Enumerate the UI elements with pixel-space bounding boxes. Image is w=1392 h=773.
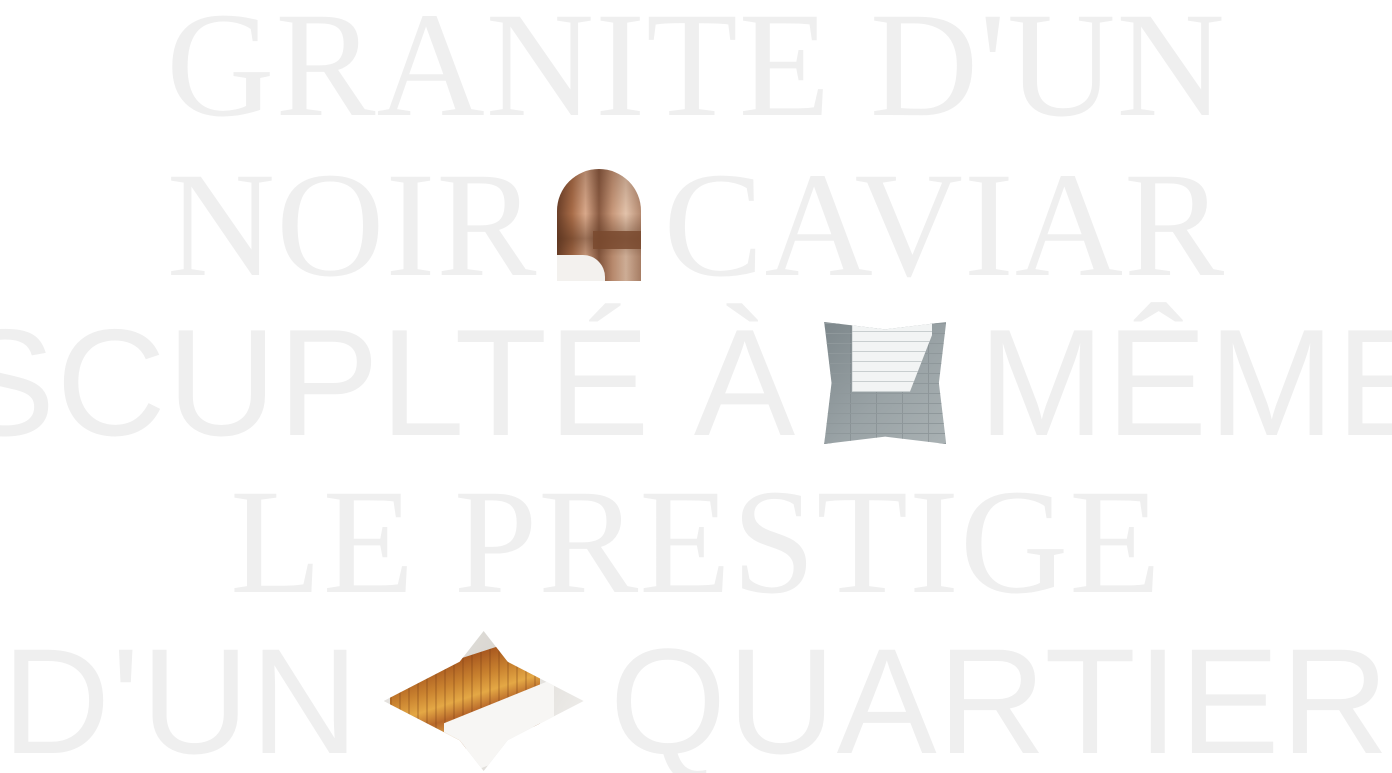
headline-line-2-after: CAVIAR [663, 142, 1226, 308]
arch-portrait-image [557, 169, 642, 281]
diamond-wood-tray-image [383, 631, 584, 771]
headline-line-3: SCUPLTÉ À MÊME [0, 303, 1392, 463]
hero-headline: GRANITE D'UN NOIR CAVIAR SCUPLTÉ À MÊME … [0, 0, 1392, 773]
headline-line-5: D'UN QUARTIER [0, 621, 1392, 773]
headline-line-4: LE PRESTIGE [0, 462, 1392, 622]
headline-line-5-before: D'UN [2, 617, 360, 773]
headline-line-3-after: MÊME [978, 298, 1392, 468]
headline-line-1-text: GRANITE D'UN [166, 0, 1226, 148]
headline-line-3-before: SCUPLTÉ À [0, 298, 797, 468]
pinched-brick-wall-image [824, 322, 947, 444]
headline-line-2: NOIR CAVIAR [0, 145, 1392, 305]
headline-line-1: GRANITE D'UN [0, 0, 1392, 145]
headline-line-2-before: NOIR [166, 142, 538, 308]
headline-line-4-text: LE PRESTIGE [230, 459, 1162, 625]
headline-line-5-after: QUARTIER [609, 617, 1390, 773]
